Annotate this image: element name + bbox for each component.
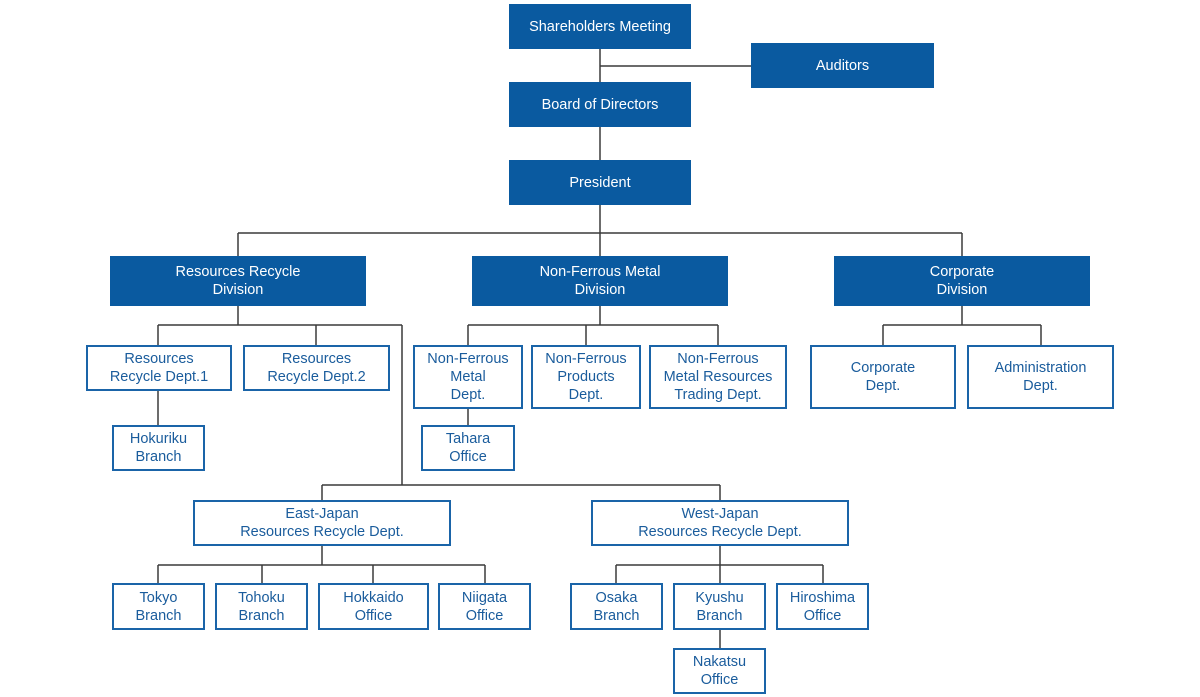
node-tahara-office: Tahara Office: [421, 425, 515, 471]
node-hokkaido-office: Hokkaido Office: [318, 583, 429, 630]
node-niigata-office: Niigata Office: [438, 583, 531, 630]
node-tokyo-branch: Tokyo Branch: [112, 583, 205, 630]
node-auditors: Auditors: [751, 43, 934, 88]
node-osaka-branch: Osaka Branch: [570, 583, 663, 630]
node-administration-dept: Administration Dept.: [967, 345, 1114, 409]
node-president: President: [509, 160, 691, 205]
node-hokuriku-branch: Hokuriku Branch: [112, 425, 205, 471]
node-hiroshima-office: Hiroshima Office: [776, 583, 869, 630]
node-tohoku-branch: Tohoku Branch: [215, 583, 308, 630]
node-kyushu-branch: Kyushu Branch: [673, 583, 766, 630]
node-shareholders-meeting: Shareholders Meeting: [509, 4, 691, 49]
node-resources-recycle-division: Resources Recycle Division: [110, 256, 366, 306]
node-corporate-dept: Corporate Dept.: [810, 345, 956, 409]
node-nakatsu-office: Nakatsu Office: [673, 648, 766, 694]
node-non-ferrous-trading-dept: Non-Ferrous Metal Resources Trading Dept…: [649, 345, 787, 409]
node-non-ferrous-products-dept: Non-Ferrous Products Dept.: [531, 345, 641, 409]
node-east-japan-dept: East-Japan Resources Recycle Dept.: [193, 500, 451, 546]
org-chart: Shareholders Meeting Auditors Board of D…: [0, 0, 1200, 697]
node-resources-recycle-dept2: Resources Recycle Dept.2: [243, 345, 390, 391]
node-non-ferrous-metal-dept: Non-Ferrous Metal Dept.: [413, 345, 523, 409]
node-corporate-division: Corporate Division: [834, 256, 1090, 306]
node-resources-recycle-dept1: Resources Recycle Dept.1: [86, 345, 232, 391]
node-board-of-directors: Board of Directors: [509, 82, 691, 127]
node-west-japan-dept: West-Japan Resources Recycle Dept.: [591, 500, 849, 546]
node-non-ferrous-metal-division: Non-Ferrous Metal Division: [472, 256, 728, 306]
